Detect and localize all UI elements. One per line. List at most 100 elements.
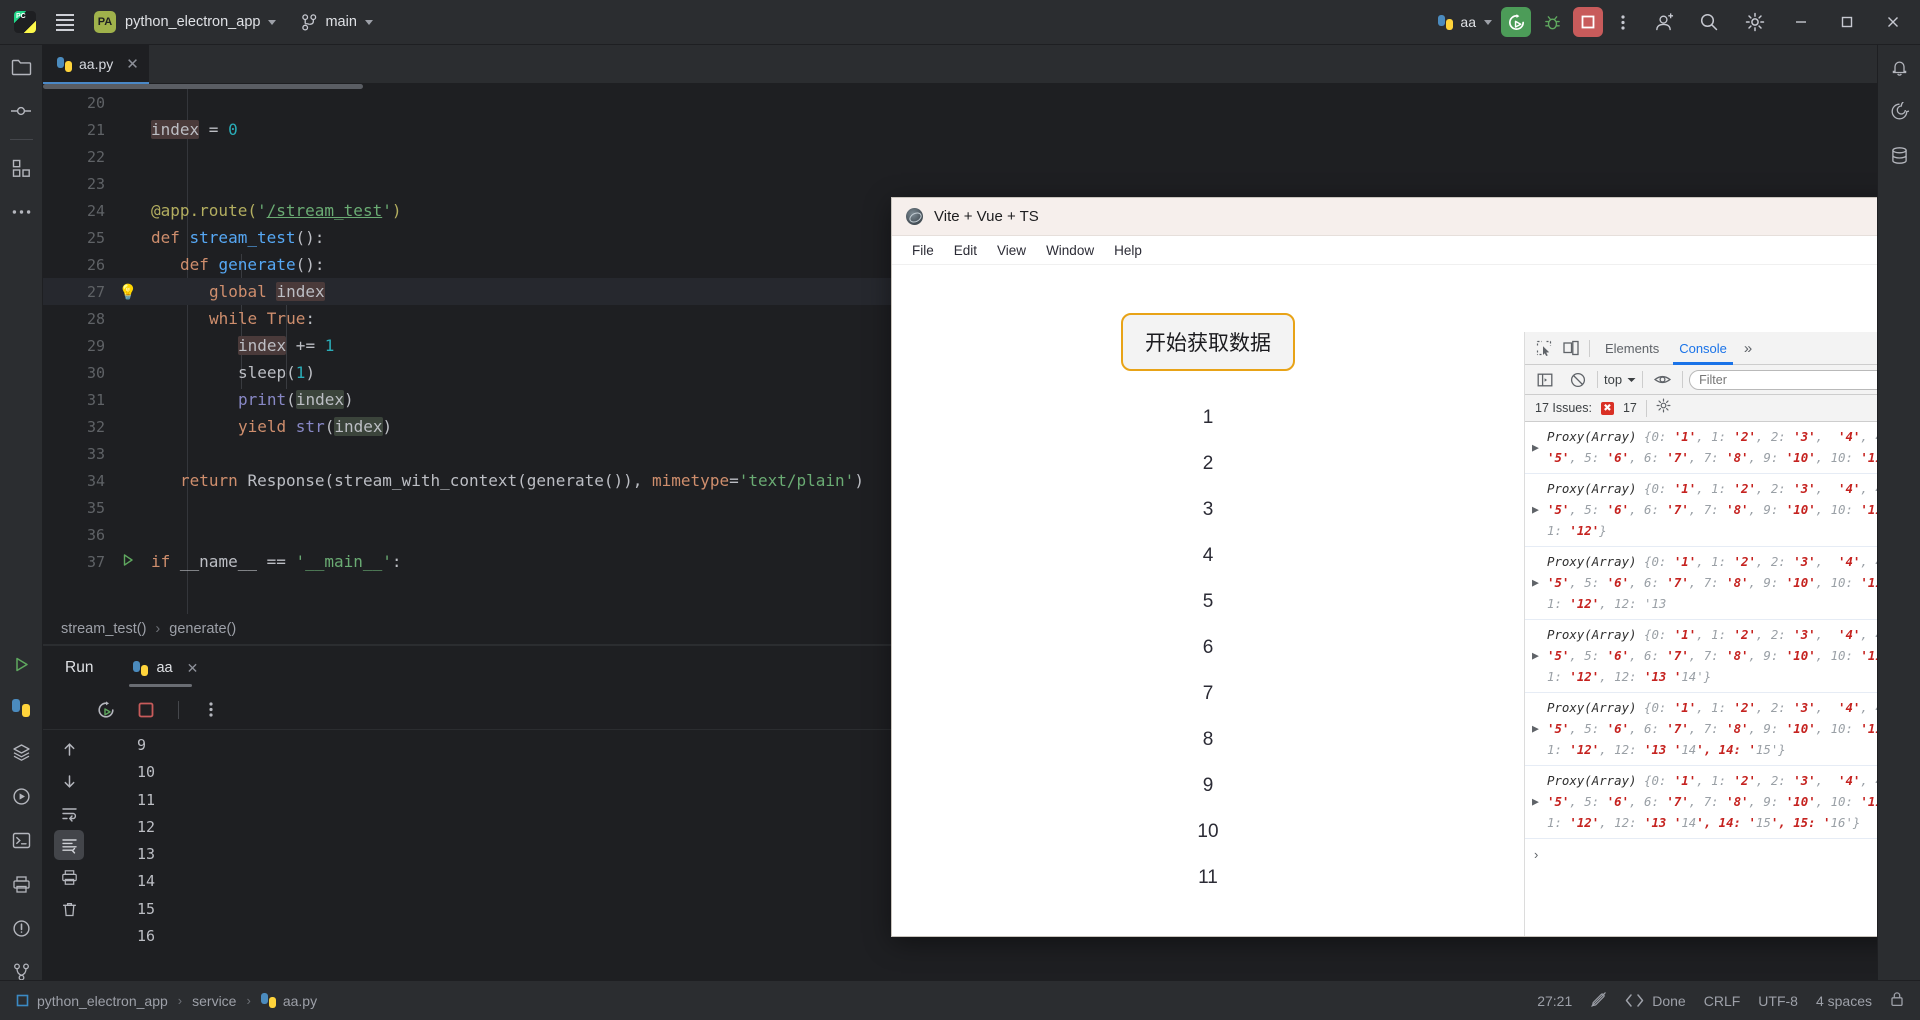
run-tab-aa[interactable]: aa ✕: [129, 646, 202, 690]
close-button[interactable]: [1870, 0, 1916, 45]
console-output-list[interactable]: App.▶Proxy(Array) {0: '1', 1: '2', 2: '3…: [1525, 422, 1920, 936]
git-status[interactable]: Done: [1625, 993, 1686, 1009]
live-expression-button[interactable]: [1649, 366, 1676, 393]
console-entry[interactable]: App.▶Proxy(Array) {0: '1', 1: '2', 2: '3…: [1525, 422, 1920, 474]
breadcrumb-item-0[interactable]: stream_test(): [61, 621, 146, 637]
sidebar-item-commit[interactable]: [0, 89, 43, 133]
sidebar-item-project[interactable]: [0, 45, 43, 89]
file-encoding[interactable]: UTF-8: [1758, 993, 1798, 1009]
sidebar-item-terminal[interactable]: [0, 818, 43, 862]
sidebar-item-plugins[interactable]: [0, 146, 43, 190]
menu-item-file[interactable]: File: [902, 240, 944, 261]
print-button[interactable]: [54, 862, 84, 892]
console-settings-button[interactable]: [1656, 398, 1671, 418]
hamburger-menu-icon[interactable]: [48, 0, 82, 45]
search-button[interactable]: [1686, 0, 1732, 45]
sidebar-item-run[interactable]: [0, 642, 43, 686]
status-path-2[interactable]: aa.py: [283, 993, 317, 1009]
console-entry[interactable]: App.▶Proxy(Array) {0: '1', 1: '2', 2: '3…: [1525, 474, 1920, 547]
scroll-to-end-button[interactable]: [54, 830, 84, 860]
close-icon[interactable]: ✕: [126, 55, 139, 73]
breadcrumb-item-1[interactable]: generate(): [169, 621, 236, 637]
sidebar-item-notifications[interactable]: [1878, 45, 1920, 89]
console-entry[interactable]: App.▶Proxy(Array) {0: '1', 1: '2', 2: '3…: [1525, 620, 1920, 693]
stream-number-item: 2: [1202, 453, 1214, 474]
sidebar-item-print[interactable]: [0, 862, 43, 906]
intention-bulb-icon[interactable]: 💡: [105, 283, 151, 301]
electron-app-window[interactable]: Vite + Vue + TS — FileEditViewWindowHelp…: [892, 198, 1920, 936]
project-selector[interactable]: python_electron_app: [116, 14, 277, 30]
triangle-right-icon[interactable]: ▶: [1532, 797, 1539, 808]
run-configuration-selector[interactable]: aa: [1438, 14, 1492, 30]
close-icon[interactable]: ✕: [187, 660, 199, 677]
run-with-coverage-button[interactable]: [1501, 7, 1531, 37]
run-gutter-icon[interactable]: [105, 553, 151, 571]
indent-setting[interactable]: 4 spaces: [1816, 993, 1872, 1009]
settings-button[interactable]: [1732, 0, 1778, 45]
console-context-selector[interactable]: top: [1604, 372, 1636, 387]
line-number: 34: [86, 471, 105, 490]
code-line[interactable]: 20: [43, 89, 1920, 116]
rerun-button[interactable]: [93, 697, 119, 723]
code-token: index: [295, 390, 344, 409]
devtools-panel[interactable]: Elements Console » ✖ 17: [1524, 332, 1920, 936]
menu-item-edit[interactable]: Edit: [944, 240, 987, 261]
sidebar-item-problems[interactable]: [0, 906, 43, 950]
menu-item-view[interactable]: View: [987, 240, 1036, 261]
triangle-right-icon[interactable]: ▶: [1532, 505, 1539, 516]
soft-wrap-button[interactable]: [54, 798, 84, 828]
clear-all-button[interactable]: [54, 894, 84, 924]
console-entry[interactable]: App.▶Proxy(Array) {0: '1', 1: '2', 2: '3…: [1525, 547, 1920, 620]
run-options-button[interactable]: [198, 697, 224, 723]
triangle-right-icon[interactable]: ▶: [1532, 578, 1539, 589]
inspect-element-button[interactable]: [1530, 335, 1557, 362]
debug-button[interactable]: [1537, 7, 1567, 37]
code-line[interactable]: 21 index = 0: [43, 116, 1920, 143]
scroll-down-button[interactable]: [54, 766, 84, 796]
status-path-1[interactable]: service: [192, 993, 236, 1009]
read-only-toggle[interactable]: [1590, 991, 1607, 1011]
menu-item-help[interactable]: Help: [1104, 240, 1152, 261]
scroll-up-button[interactable]: [54, 734, 84, 764]
account-button[interactable]: [1640, 0, 1686, 45]
app-content: 开始获取数据 1 2 3 4 5 6 7 8 9 10 11: [892, 265, 1524, 889]
console-entry[interactable]: App.▶Proxy(Array) {0: '1', 1: '2', 2: '3…: [1525, 693, 1920, 766]
console-filter-input[interactable]: [1689, 369, 1898, 390]
sidebar-item-services[interactable]: [0, 730, 43, 774]
maximize-button[interactable]: [1824, 0, 1870, 45]
clear-console-button[interactable]: [1564, 366, 1591, 393]
code-line[interactable]: 22: [43, 143, 1920, 170]
start-fetch-data-button[interactable]: 开始获取数据: [1121, 313, 1295, 371]
menu-item-window[interactable]: Window: [1036, 240, 1104, 261]
sidebar-item-more[interactable]: [0, 190, 43, 234]
console-prompt[interactable]: ›: [1525, 839, 1920, 862]
caret-position[interactable]: 27:21: [1537, 993, 1572, 1009]
triangle-right-icon[interactable]: ▶: [1532, 724, 1539, 735]
device-toolbar-button[interactable]: [1557, 335, 1584, 362]
editor-tab-aa-py[interactable]: aa.py ✕: [43, 44, 149, 84]
tab-elements[interactable]: Elements: [1595, 332, 1669, 365]
sidebar-item-ai-assistant[interactable]: [1878, 89, 1920, 133]
app-viewport[interactable]: 开始获取数据 1 2 3 4 5 6 7 8 9 10 11: [892, 265, 1524, 918]
sidebar-item-database[interactable]: [1878, 133, 1920, 177]
sidebar-item-run-anything[interactable]: [0, 774, 43, 818]
stop-button[interactable]: [133, 697, 159, 723]
code-text: index += 1: [151, 336, 334, 355]
status-path-0[interactable]: python_electron_app: [37, 993, 168, 1009]
lock-icon[interactable]: [1890, 991, 1904, 1010]
triangle-right-icon[interactable]: ▶: [1532, 651, 1539, 662]
electron-menu-bar: File Edit View Window Help: [892, 236, 1920, 265]
titlebar-more-button[interactable]: [1606, 0, 1640, 45]
git-branch-selector[interactable]: main: [302, 13, 373, 31]
console-sidebar-button[interactable]: [1531, 366, 1558, 393]
sidebar-item-python-packages[interactable]: [0, 686, 43, 730]
code-line[interactable]: 23: [43, 170, 1920, 197]
tab-console[interactable]: Console: [1669, 332, 1737, 365]
triangle-right-icon[interactable]: ▶: [1532, 442, 1539, 453]
chevrons-right-icon[interactable]: »: [1737, 340, 1759, 357]
minimize-button[interactable]: [1778, 0, 1824, 45]
stop-button[interactable]: [1573, 7, 1603, 37]
commit-node-icon: [11, 106, 31, 116]
console-entry[interactable]: App.▶Proxy(Array) {0: '1', 1: '2', 2: '3…: [1525, 766, 1920, 839]
line-separator[interactable]: CRLF: [1704, 993, 1741, 1009]
